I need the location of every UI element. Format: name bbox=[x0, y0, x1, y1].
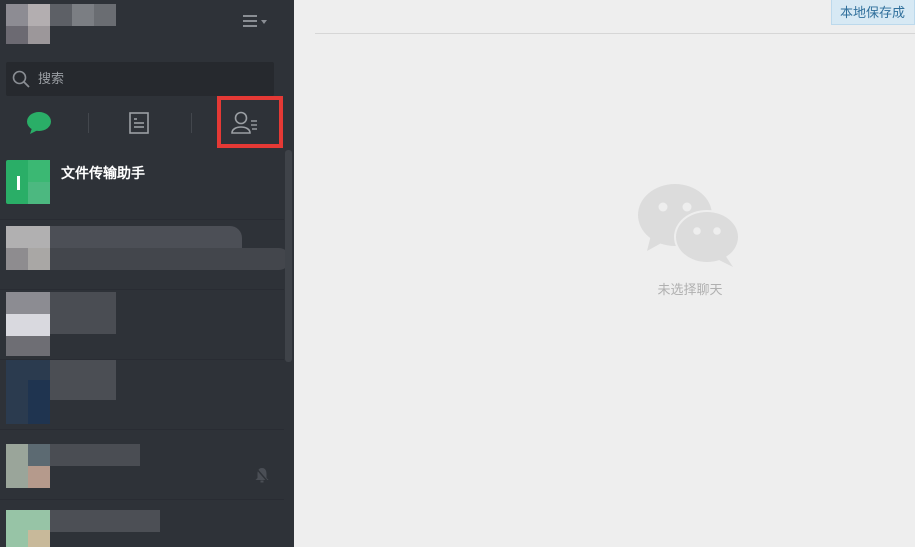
tab-chats[interactable] bbox=[0, 100, 80, 146]
list-item[interactable] bbox=[0, 360, 284, 430]
sidebar-header bbox=[0, 0, 294, 52]
menu-button[interactable] bbox=[240, 12, 270, 32]
user-name-blurred bbox=[50, 4, 116, 26]
tab-separator bbox=[191, 113, 192, 133]
sidebar: 文件传输助手 bbox=[0, 0, 294, 547]
user-avatar[interactable] bbox=[6, 4, 50, 44]
mute-bell-icon bbox=[254, 466, 270, 484]
main-panel: 本地保存成 未选择聊天 bbox=[295, 0, 915, 547]
list-item[interactable] bbox=[0, 500, 284, 547]
empty-state-text: 未选择聊天 bbox=[657, 283, 723, 298]
chat-list: 文件传输助手 bbox=[0, 150, 294, 547]
list-item[interactable] bbox=[0, 290, 284, 360]
tab-separator bbox=[88, 113, 89, 133]
header-divider bbox=[315, 33, 915, 34]
chat-item-file-transfer[interactable]: 文件传输助手 bbox=[0, 150, 284, 220]
chevron-down-icon bbox=[261, 20, 267, 24]
list-item[interactable] bbox=[0, 220, 290, 290]
search-icon bbox=[12, 70, 30, 88]
search-bar[interactable] bbox=[6, 62, 274, 96]
list-item[interactable] bbox=[0, 430, 284, 500]
wechat-logo-icon bbox=[638, 184, 740, 267]
contacts-tab-highlight bbox=[217, 96, 283, 148]
search-input[interactable] bbox=[38, 62, 268, 96]
avatar bbox=[6, 292, 50, 314]
chat-bubble-icon bbox=[27, 112, 51, 134]
status-toast: 本地保存成 bbox=[831, 0, 915, 25]
document-icon bbox=[129, 112, 149, 134]
tab-articles[interactable] bbox=[99, 100, 179, 146]
chat-item-title: 文件传输助手 bbox=[61, 166, 145, 182]
chat-list-scrollbar[interactable] bbox=[285, 150, 292, 362]
